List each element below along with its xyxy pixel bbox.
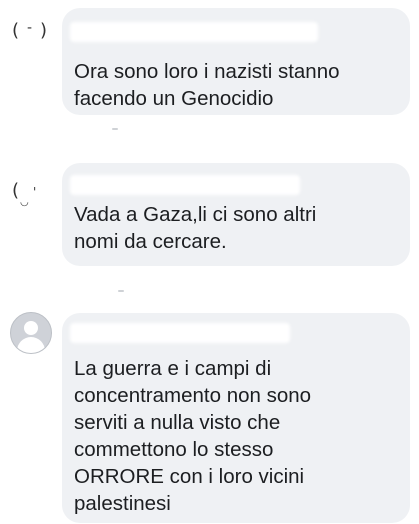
comment-2: ( ' ◡ Vada a Gaza,li ci sono altri nomi … xyxy=(0,160,419,292)
redacted-name xyxy=(70,22,318,42)
redacted-name xyxy=(70,175,300,195)
redacted-name xyxy=(70,323,290,343)
redacted-avatar-icon[interactable]: ( - ) xyxy=(10,10,52,52)
comment-3: La guerra e i campi di concentramento no… xyxy=(0,300,419,524)
divider-mark xyxy=(112,128,118,130)
comment-text: Vada a Gaza,li ci sono altri nomi da cer… xyxy=(74,203,317,253)
divider-mark xyxy=(118,290,124,292)
default-user-icon[interactable] xyxy=(10,312,52,354)
comment-text: La guerra e i campi di concentramento no… xyxy=(74,357,312,515)
avatar-head xyxy=(24,321,38,335)
comment-bubble[interactable]: Ora sono loro i nazisti stanno facendo u… xyxy=(62,8,410,115)
comment-bubble[interactable]: Vada a Gaza,li ci sono altri nomi da cer… xyxy=(62,163,410,266)
comment-bubble[interactable]: La guerra e i campi di concentramento no… xyxy=(62,313,410,523)
avatar-shoulders xyxy=(17,337,45,353)
redacted-avatar-icon[interactable]: ( ' ◡ xyxy=(10,168,52,210)
comment-text: Ora sono loro i nazisti stanno facendo u… xyxy=(74,60,340,110)
comment-1: ( - ) Ora sono loro i nazisti stanno fac… xyxy=(0,0,419,130)
